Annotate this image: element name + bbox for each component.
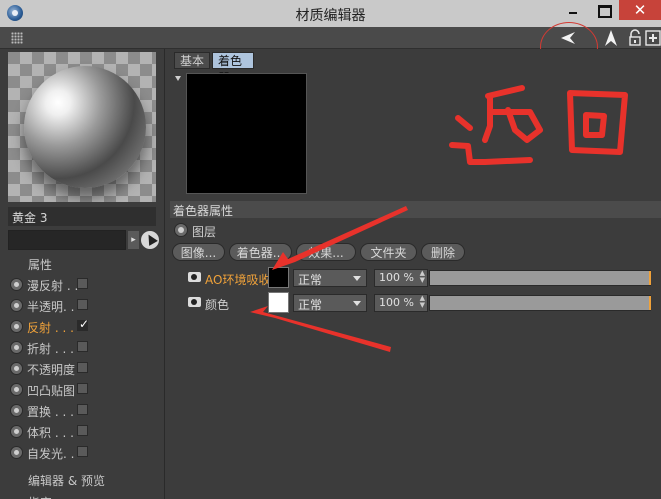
spinner-icon[interactable]: ▲ ▼	[420, 270, 425, 284]
channel-checkbox[interactable]	[77, 278, 88, 289]
channel-item[interactable]: 不透明度	[8, 358, 158, 379]
opacity-value: 100 %	[379, 271, 414, 284]
opacity-field[interactable]: 100 % ▲ ▼	[374, 294, 428, 312]
channel-list: 漫反射 . . 半透明. . 反射 . . . 折射 . . . 不透明度凹凸贴图置换 …	[8, 274, 158, 463]
tab-shader[interactable]: 着色器	[212, 52, 254, 85]
blend-mode-select[interactable]: 正常	[293, 269, 367, 287]
channel-checkbox[interactable]	[77, 341, 88, 352]
channel-label: 折射 . . .	[27, 342, 74, 356]
channel-checkbox[interactable]	[77, 404, 88, 415]
maximize-button[interactable]	[590, 0, 616, 20]
channel-checkbox[interactable]	[77, 383, 88, 394]
channel-label: 半透明. .	[27, 300, 75, 314]
channel-label: 体积 . . .	[27, 426, 74, 440]
channel-label: 漫反射 . .	[27, 279, 79, 293]
slider-handle[interactable]	[649, 271, 651, 285]
forward-arrow-icon[interactable]	[603, 29, 619, 47]
folder-button[interactable]: 文件夹	[360, 243, 417, 261]
opacity-slider[interactable]	[429, 295, 651, 311]
shader-properties-header[interactable]: 着色器属性	[170, 201, 661, 218]
channel-label: 自发光. .	[27, 447, 75, 461]
channel-checkbox[interactable]	[77, 446, 88, 457]
channel-radio[interactable]	[10, 341, 23, 354]
minimize-button[interactable]	[560, 0, 586, 20]
material-sphere	[24, 66, 146, 188]
channel-label: 不透明度	[27, 363, 76, 377]
cursor-icon[interactable]	[141, 231, 159, 249]
slider-fill	[430, 296, 650, 310]
effect-button[interactable]: 效果...	[296, 243, 356, 261]
channel-radio[interactable]	[10, 320, 23, 333]
editor-preview-item[interactable]: 编辑器 & 预览	[28, 472, 105, 489]
left-panel: 黄金 3 ▸ 属性 漫反射 . . 半透明. . 反射 . . . 折射 . . . 不…	[0, 49, 165, 499]
attributes-header: 属性	[28, 258, 53, 272]
channel-checkbox[interactable]	[77, 425, 88, 436]
blend-mode-select[interactable]: 正常	[293, 294, 367, 312]
channel-checkbox[interactable]	[77, 317, 89, 331]
channel-item[interactable]: 体积 . . .	[8, 421, 158, 442]
layer-radio[interactable]	[174, 223, 188, 237]
right-panel: 基本 着色器 着色器属性 图层 图像... 着色器... 效果... 文件夹 删…	[166, 49, 661, 499]
image-button[interactable]: 图像...	[172, 243, 225, 261]
layer-label: 图层	[192, 225, 217, 239]
channel-radio[interactable]	[10, 278, 23, 291]
shader-preview	[186, 73, 307, 194]
opacity-value: 100 %	[379, 296, 414, 309]
layer-name: 颜色	[205, 298, 230, 312]
color-swatch[interactable]	[268, 267, 289, 288]
channel-item[interactable]: 漫反射 . .	[8, 274, 158, 295]
channel-label: 置换 . . .	[27, 405, 74, 419]
channel-radio[interactable]	[10, 362, 23, 375]
material-preview[interactable]	[8, 52, 156, 202]
close-button[interactable]: ✕	[619, 0, 661, 20]
collapse-arrow-icon[interactable]	[175, 76, 181, 81]
new-window-icon[interactable]	[645, 29, 661, 47]
shader-button[interactable]: 着色器...	[229, 243, 292, 261]
channel-radio[interactable]	[10, 404, 23, 417]
channel-item[interactable]: 折射 . . .	[8, 337, 158, 358]
grip-icon[interactable]	[11, 32, 23, 44]
channel-radio[interactable]	[10, 383, 23, 396]
eye-icon[interactable]	[188, 272, 201, 282]
channel-checkbox[interactable]	[77, 362, 88, 373]
channel-item[interactable]: 半透明. .	[8, 295, 158, 316]
channel-item[interactable]: 凹凸贴图	[8, 379, 158, 400]
lock-icon[interactable]	[627, 29, 643, 47]
slider-handle[interactable]	[649, 296, 651, 310]
channel-radio[interactable]	[10, 425, 23, 438]
channel-radio[interactable]	[10, 446, 23, 459]
channel-label: 反射 . . .	[27, 321, 74, 335]
tab-basic[interactable]: 基本	[174, 52, 210, 69]
opacity-field[interactable]: 100 % ▲ ▼	[374, 269, 428, 287]
eye-icon[interactable]	[188, 297, 201, 307]
delete-button[interactable]: 删除	[421, 243, 465, 261]
channel-label: 凹凸贴图	[27, 384, 76, 398]
channel-search-input[interactable]	[8, 230, 126, 250]
spinner-icon[interactable]: ▲ ▼	[420, 295, 425, 309]
channel-item[interactable]: 反射 . . .	[8, 316, 158, 337]
layer-row-ao[interactable]: AO环境吸收 正常 100 % ▲ ▼	[166, 267, 661, 289]
opacity-slider[interactable]	[429, 270, 651, 286]
layer-row-color[interactable]: 颜色 正常 100 % ▲ ▼	[166, 292, 661, 314]
color-swatch[interactable]	[268, 292, 289, 313]
channel-item[interactable]: 自发光. .	[8, 442, 158, 463]
channel-item[interactable]: 置换 . . .	[8, 400, 158, 421]
material-name-field[interactable]: 黄金 3	[8, 207, 156, 226]
channel-checkbox[interactable]	[77, 299, 88, 310]
search-arrow-icon[interactable]: ▸	[128, 231, 139, 249]
channel-radio[interactable]	[10, 299, 23, 312]
designate-item[interactable]: 指定	[28, 494, 52, 499]
layer-name: AO环境吸收	[205, 273, 271, 287]
slider-fill	[430, 271, 650, 285]
